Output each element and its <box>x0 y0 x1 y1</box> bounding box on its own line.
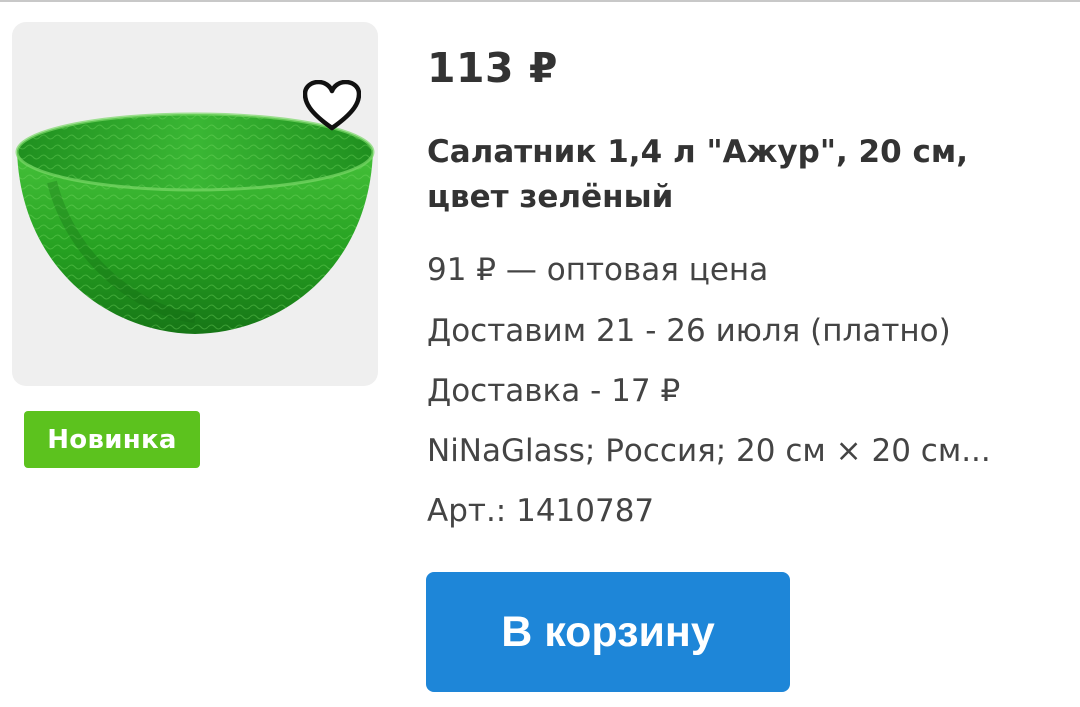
product-price: 113 ₽ <box>427 44 558 92</box>
delivery-cost: Доставка - 17 ₽ <box>427 373 681 409</box>
product-card: Новинка 113 ₽ Салатник 1,4 л "Ажур", 20 … <box>0 0 1080 707</box>
product-title[interactable]: Салатник 1,4 л "Ажур", 20 см, цвет зелён… <box>427 130 1047 220</box>
product-image[interactable] <box>12 22 378 386</box>
add-to-cart-button[interactable]: В корзину <box>426 572 790 692</box>
delivery-date: Доставим 21 - 26 июля (платно) <box>427 313 951 349</box>
article-number: Арт.: 1410787 <box>427 493 655 529</box>
favorite-button[interactable] <box>299 76 365 136</box>
product-specs: NiNaGlass; Россия; 20 см × 20 см... <box>427 433 991 469</box>
wholesale-price: 91 ₽ — оптовая цена <box>427 252 769 288</box>
new-badge: Новинка <box>24 411 200 468</box>
heart-outline-icon <box>303 80 361 131</box>
